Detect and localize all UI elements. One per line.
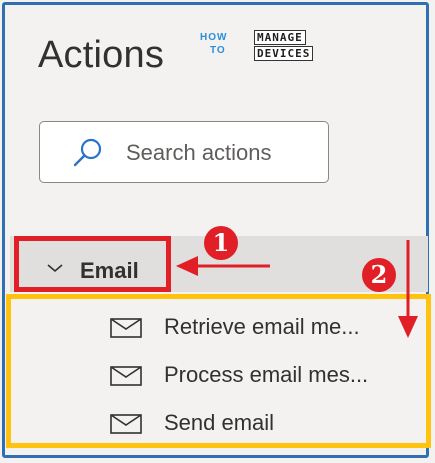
action-item-send-email[interactable]: Send email — [110, 406, 410, 442]
search-placeholder: Search actions — [126, 140, 272, 165]
mail-icon — [110, 366, 142, 391]
logo-text-how: HOW — [200, 32, 228, 43]
logo-text-devices: DEVICES — [254, 46, 314, 61]
logo-text-manage: MANAGE — [254, 30, 306, 45]
mail-icon — [110, 414, 142, 439]
email-group-label[interactable]: Email — [80, 258, 139, 284]
chevron-down-icon[interactable] — [46, 261, 64, 279]
annotation-badge-2: 2 — [362, 258, 396, 292]
action-item-process-email[interactable]: Process email mes... — [110, 358, 410, 394]
search-input[interactable]: Search actions — [39, 121, 329, 183]
logo-text-to: TO — [210, 45, 226, 56]
action-item-retrieve-email[interactable]: Retrieve email me... — [110, 310, 410, 346]
annotation-badge-1: 1 — [204, 226, 238, 260]
search-icon — [70, 136, 106, 177]
logo: HOW TO MANAGE DEVICES — [200, 26, 316, 64]
action-item-label: Process email mes... — [164, 362, 369, 387]
panel-title: Actions — [38, 34, 165, 76]
action-item-label: Retrieve email me... — [164, 314, 360, 339]
action-item-label: Send email — [164, 410, 275, 435]
mail-icon — [110, 318, 142, 343]
